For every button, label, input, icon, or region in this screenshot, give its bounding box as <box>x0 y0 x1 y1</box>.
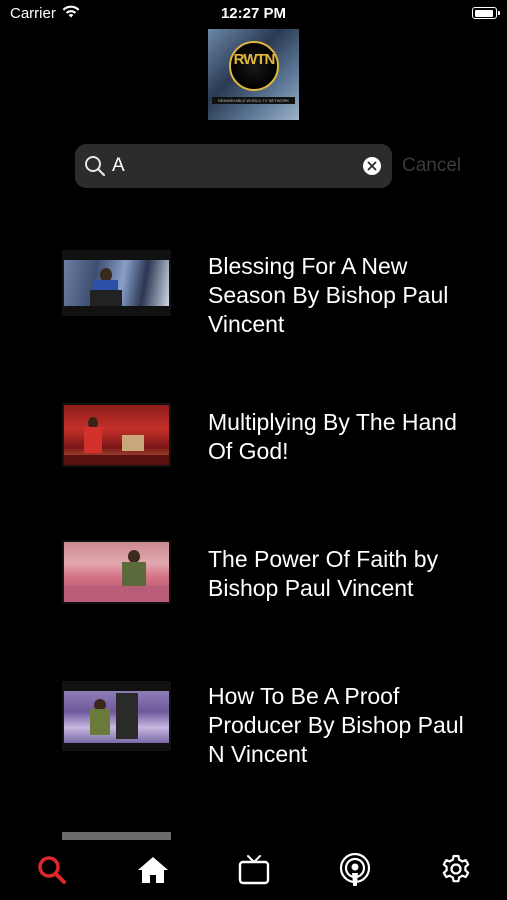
video-thumbnail[interactable] <box>62 540 171 604</box>
home-icon <box>138 857 168 883</box>
clock: 12:27 PM <box>220 5 287 22</box>
channel-logo: RWTN REMARKABLE WORLD TV NETWORK <box>208 29 299 120</box>
video-title: How To Be A Proof Producer By Bishop Pau… <box>208 683 464 767</box>
logo-tagline: REMARKABLE WORLD TV NETWORK <box>217 98 290 103</box>
tab-podcast[interactable] <box>335 850 375 890</box>
search-icon <box>38 856 66 884</box>
clear-search-button[interactable] <box>363 157 381 175</box>
tab-bar <box>0 840 507 900</box>
search-bar[interactable] <box>75 144 392 188</box>
video-thumbnail[interactable] <box>62 250 171 316</box>
tab-settings[interactable] <box>436 850 476 890</box>
close-icon <box>367 161 377 171</box>
tab-home[interactable] <box>133 850 173 890</box>
gear-icon <box>442 854 470 883</box>
tab-tv[interactable] <box>234 850 274 890</box>
video-title: Multiplying By The Hand Of God! <box>208 409 457 464</box>
tab-search[interactable] <box>32 850 72 890</box>
video-thumbnail[interactable] <box>62 403 171 467</box>
cancel-button[interactable]: Cancel <box>402 155 461 177</box>
search-icon <box>84 155 106 182</box>
video-title: Blessing For A New Season By Bishop Paul… <box>208 253 449 337</box>
video-thumbnail[interactable] <box>62 832 171 840</box>
status-bar: Carrier 12:27 PM <box>0 0 507 28</box>
video-thumbnail[interactable] <box>62 681 171 751</box>
podcast-icon <box>339 853 371 886</box>
video-title: The Power Of Faith by Bishop Paul Vincen… <box>208 546 439 601</box>
logo-letters: RWTN <box>233 51 276 68</box>
battery-icon <box>472 7 500 19</box>
search-input[interactable] <box>112 144 352 188</box>
tv-icon <box>238 855 270 885</box>
